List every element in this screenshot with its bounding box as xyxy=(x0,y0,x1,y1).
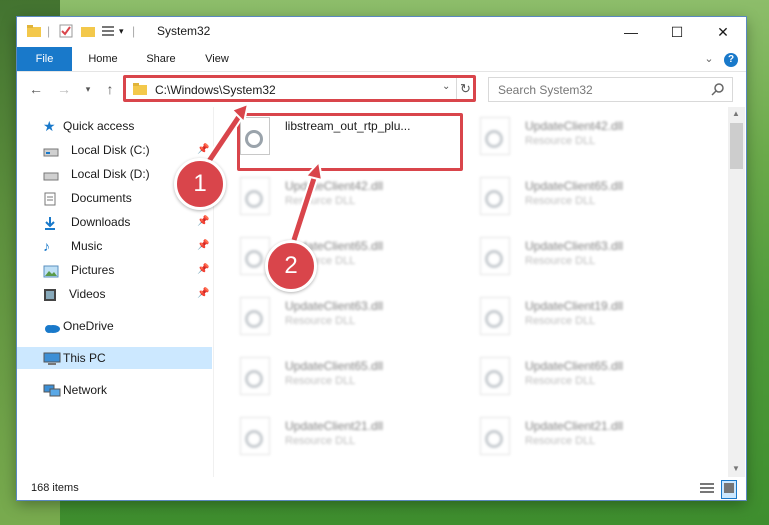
callout-arrows xyxy=(201,102,324,242)
step-1-badge: 1 xyxy=(174,158,226,210)
step-2-badge: 2 xyxy=(265,240,317,292)
